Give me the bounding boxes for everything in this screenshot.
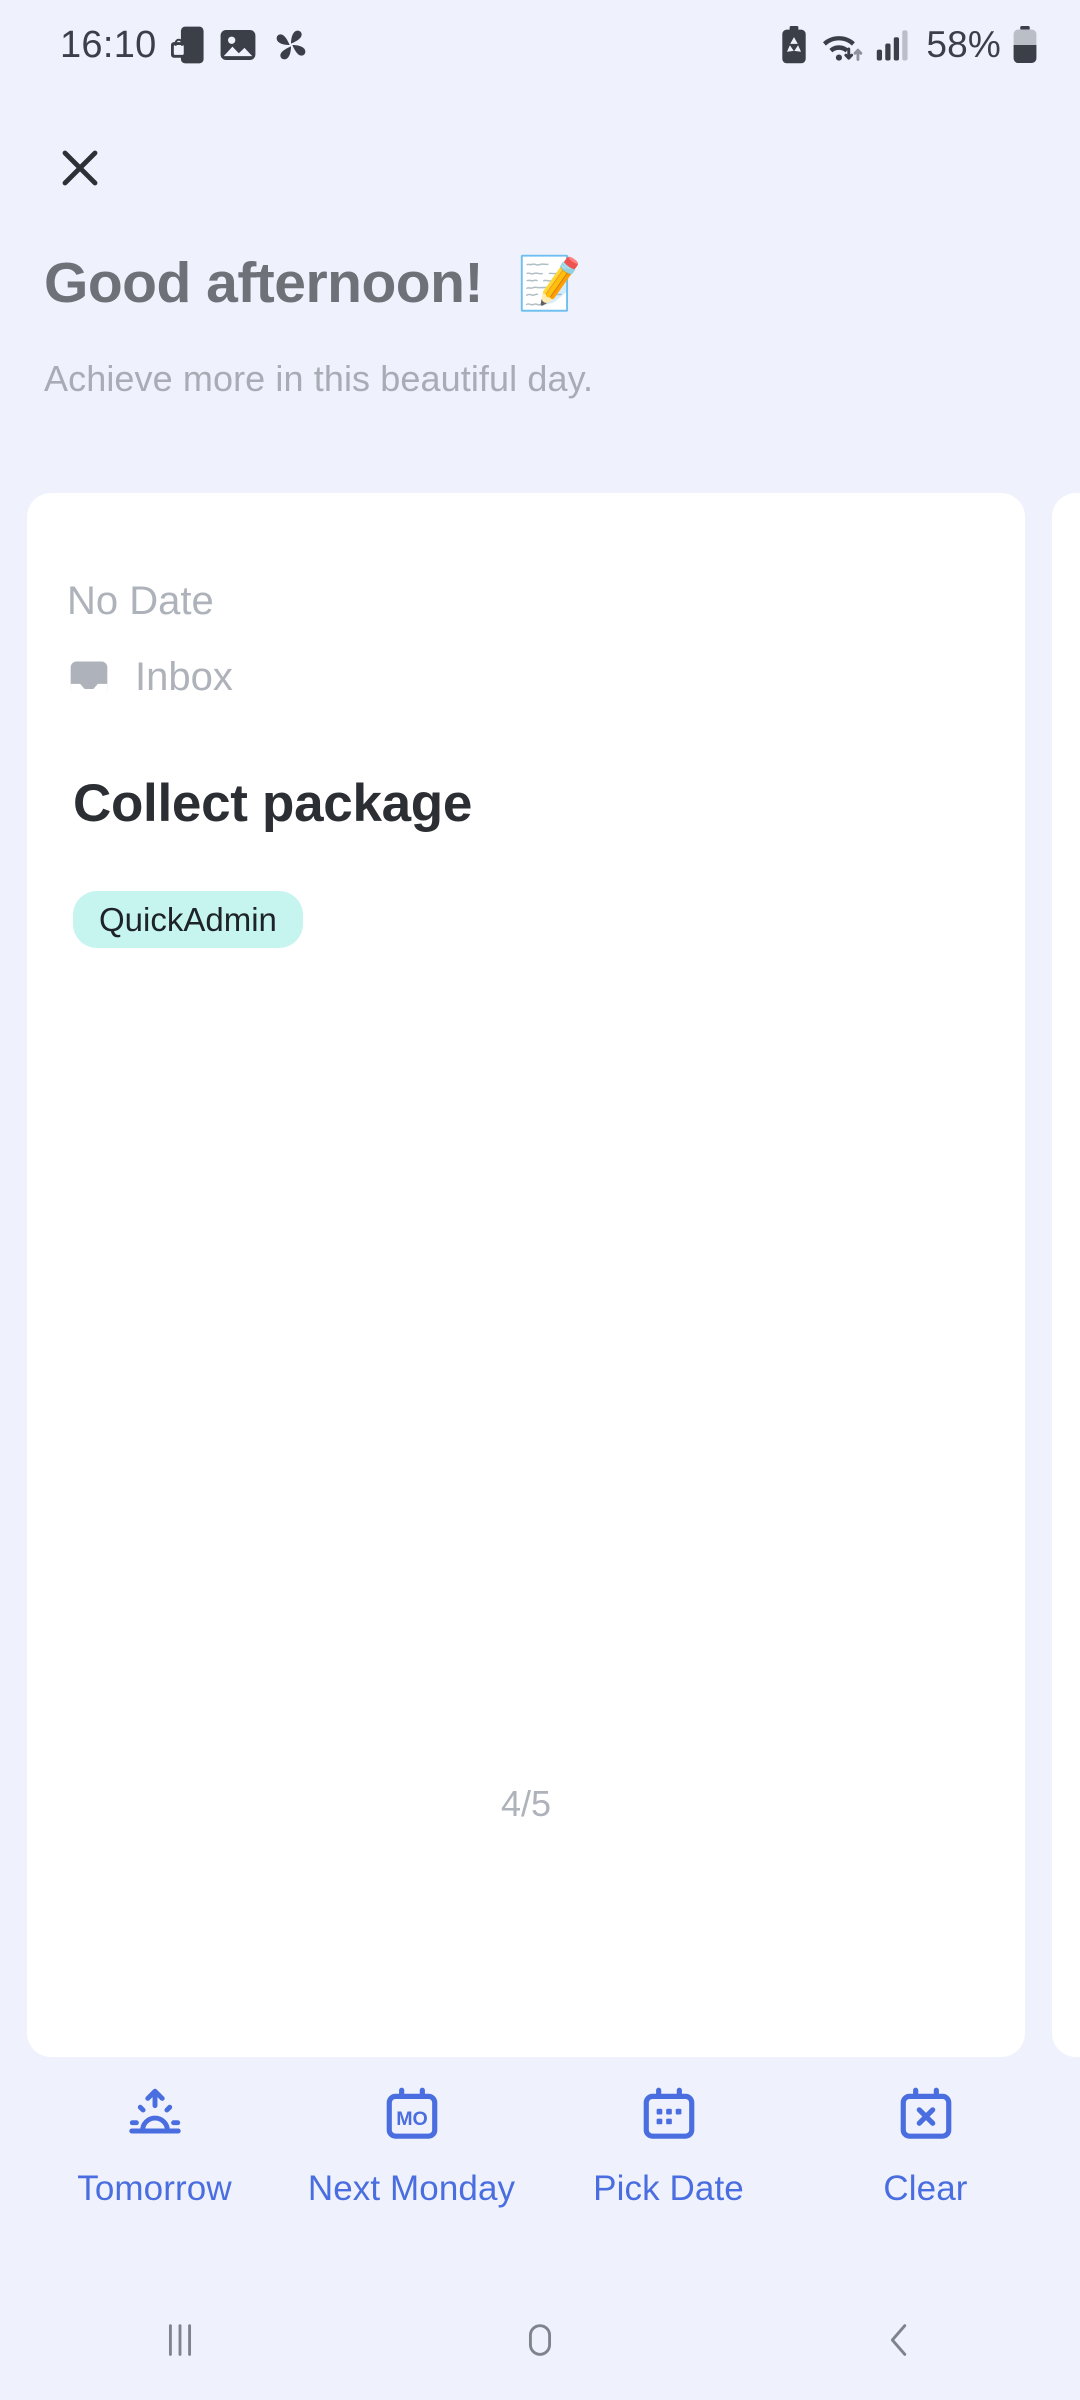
calendar-monday-icon: MO bbox=[386, 2087, 437, 2139]
task-due-date: No Date bbox=[67, 579, 214, 623]
task-tag[interactable]: QuickAdmin bbox=[73, 891, 303, 948]
calendar-x-icon bbox=[900, 2087, 951, 2139]
svg-text:MO: MO bbox=[396, 2108, 428, 2130]
card-counter: 4/5 bbox=[500, 1783, 552, 1824]
action-pick-date[interactable]: Pick Date bbox=[540, 2085, 797, 2209]
date-action-bar: Tomorrow MO Next Monday Pick Date Clear bbox=[0, 2085, 1080, 2285]
memo-emoji-icon: 📝 bbox=[516, 254, 582, 313]
status-bar-left: 16:10 bbox=[60, 24, 311, 67]
status-bar-clock: 16:10 bbox=[60, 23, 157, 66]
close-button[interactable] bbox=[52, 140, 108, 196]
greeting-title: Good afternoon! bbox=[44, 251, 483, 315]
action-clear-label: Clear bbox=[883, 2169, 968, 2208]
nav-recents-button[interactable] bbox=[110, 2295, 250, 2385]
pinwheel-icon bbox=[276, 30, 305, 60]
task-title: Collect package bbox=[73, 774, 473, 833]
image-icon bbox=[220, 29, 256, 61]
task-project: Inbox bbox=[67, 655, 233, 700]
status-bar: 16:10 58% bbox=[0, 0, 1080, 90]
back-icon bbox=[890, 2324, 907, 2356]
task-card[interactable]: No Date Inbox Collect package QuickAdmin… bbox=[27, 493, 1025, 2057]
phone-lock-icon bbox=[170, 26, 204, 64]
home-icon bbox=[528, 2324, 552, 2356]
task-project-name: Inbox bbox=[135, 655, 233, 699]
status-bar-right: 58% bbox=[780, 24, 1038, 66]
greeting-subtitle: Achieve more in this beautiful day. bbox=[44, 358, 594, 399]
inbox-icon bbox=[70, 661, 108, 694]
recents-icon bbox=[168, 2324, 192, 2356]
android-nav-bar bbox=[0, 2280, 1080, 2400]
sunrise-icon bbox=[128, 2088, 181, 2134]
phone-screen: 16:10 58% Good afternoon! 📝 Achieve more… bbox=[0, 0, 1080, 2400]
signal-bars-icon bbox=[877, 30, 908, 61]
battery-icon bbox=[1013, 26, 1037, 64]
action-tomorrow-label: Tomorrow bbox=[77, 2169, 232, 2208]
action-next-monday[interactable]: MO Next Monday bbox=[283, 2085, 540, 2209]
battery-saver-icon bbox=[782, 26, 807, 64]
action-tomorrow[interactable]: Tomorrow bbox=[26, 2085, 283, 2209]
battery-percent-label: 58% bbox=[926, 24, 1001, 65]
calendar-dots-icon bbox=[643, 2087, 694, 2139]
action-next-monday-label: Next Monday bbox=[307, 2169, 516, 2208]
greeting-row: Good afternoon! 📝 bbox=[44, 255, 582, 312]
task-tag-list: QuickAdmin bbox=[73, 891, 303, 948]
close-icon bbox=[62, 150, 98, 186]
nav-back-button[interactable] bbox=[830, 2295, 970, 2385]
action-clear[interactable]: Clear bbox=[797, 2085, 1054, 2209]
task-card-next-peek[interactable] bbox=[1052, 493, 1080, 2057]
action-pick-date-label: Pick Date bbox=[593, 2169, 744, 2208]
nav-home-button[interactable] bbox=[470, 2295, 610, 2385]
wifi-icon bbox=[823, 36, 863, 61]
